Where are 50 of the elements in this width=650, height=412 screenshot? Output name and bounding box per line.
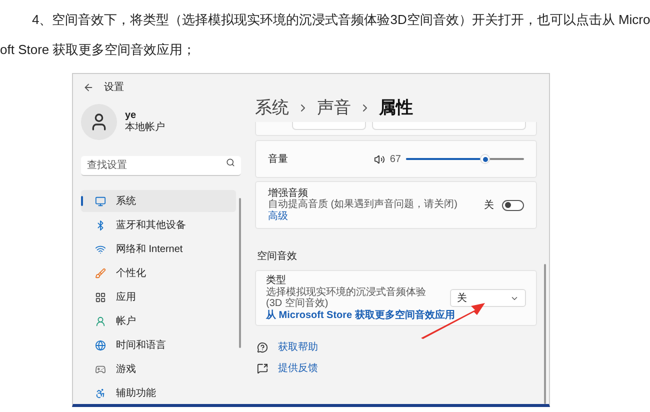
wifi-icon (95, 244, 106, 254)
gamepad-icon (95, 364, 106, 374)
setting-description: 自动提高音质 (如果遇到声音问题，请关闭) (268, 199, 458, 210)
account-type: 本地帐户 (125, 122, 165, 134)
back-icon[interactable] (83, 82, 94, 92)
dropdown-field[interactable] (372, 122, 526, 130)
breadcrumb-item[interactable]: 系统 (255, 96, 289, 120)
help-link[interactable]: 提供反馈 (278, 361, 318, 376)
volume-slider[interactable] (406, 154, 524, 164)
nav-item[interactable]: 游戏 (81, 358, 236, 380)
setting-title: 类型 (266, 275, 287, 286)
dropdown-field[interactable] (292, 122, 366, 130)
bluetooth-icon (95, 220, 106, 230)
article-text: 4、空间音效下，将类型（选择模拟现实环境的沉浸式音频体验3D空间音效）开关打开，也可以点击从 Micro (32, 11, 650, 29)
breadcrumb-item[interactable]: 声音 (317, 96, 351, 120)
volume-reading: 67 (390, 152, 401, 166)
breadcrumb-item: 属性 (379, 97, 413, 119)
person-icon (95, 316, 106, 326)
nav-item[interactable]: 帐户 (81, 310, 236, 332)
type-dropdown[interactable]: 关 (450, 289, 526, 307)
article-text: oft Store 获取更多空间音效应用； (0, 41, 196, 59)
advanced-link[interactable]: 高级 (268, 210, 288, 222)
globe-icon (95, 340, 106, 350)
nav-item[interactable]: 辅助功能 (81, 382, 236, 404)
nav-item[interactable]: 时间和语言 (81, 334, 236, 356)
setting-description: 选择模拟现实环境的沉浸式音频体验 (3D 空间音效) (266, 286, 427, 309)
nav-item[interactable]: 网络和 Internet (81, 238, 236, 260)
store-link[interactable]: 从 Microsoft Store 获取更多空间音效应用 (266, 310, 455, 321)
brush-icon (95, 268, 106, 278)
search-icon (226, 158, 235, 167)
accessibility-icon (95, 388, 106, 398)
nav-item[interactable]: 个性化 (81, 262, 236, 284)
nav-item[interactable]: 系统 (81, 190, 236, 212)
nav-item[interactable]: 应用 (81, 286, 236, 308)
speaker-icon (374, 154, 385, 164)
search-field[interactable]: 查找设置 (81, 156, 241, 176)
help-icon (257, 342, 268, 353)
user-name: ye (125, 110, 138, 122)
window-title: 设置 (104, 80, 124, 94)
section-title: 空间音效 (257, 250, 298, 264)
toggle-switch[interactable] (502, 200, 524, 210)
setting-title: 增强音频 (268, 188, 308, 199)
apps-icon (95, 292, 106, 302)
monitor-icon (95, 196, 106, 206)
nav-item[interactable]: 蓝牙和其他设备 (81, 214, 236, 236)
avatar (81, 104, 117, 140)
feedback-icon (257, 363, 268, 374)
help-link[interactable]: 获取帮助 (278, 340, 318, 355)
toggle-state: 关 (484, 198, 494, 212)
setting-label: 音量 (268, 152, 289, 166)
